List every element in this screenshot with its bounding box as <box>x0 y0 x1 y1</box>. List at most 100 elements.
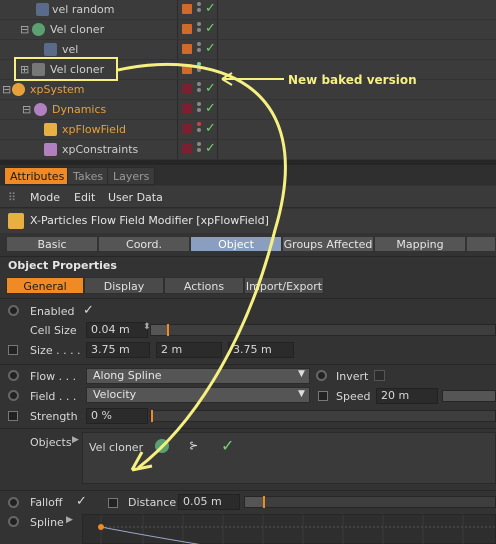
expand-arrow-icon[interactable] <box>8 411 18 421</box>
invert-checkbox[interactable] <box>374 370 385 381</box>
layer-color-swatch[interactable] <box>182 4 192 14</box>
size-x-input[interactable]: 3.75 m <box>86 342 150 358</box>
subtab-more[interactable] <box>466 236 496 252</box>
tab-import-export[interactable]: Import/Export <box>244 277 324 294</box>
enabled-checkbox[interactable]: ✓ <box>83 303 94 318</box>
objects-list-item[interactable]: Vel cloner <box>89 441 143 454</box>
enabled-check-icon[interactable]: ✓ <box>221 436 234 455</box>
layer-color-swatch[interactable] <box>182 84 192 94</box>
object-row[interactable]: xpFlowField ✓ <box>0 120 496 140</box>
anim-radio[interactable] <box>8 390 19 401</box>
flow-dropdown[interactable]: Along Spline <box>86 368 310 384</box>
distance-label: Distance <box>128 496 177 509</box>
menu-mode[interactable]: Mode <box>30 191 60 204</box>
cell-size-slider[interactable] <box>150 324 496 336</box>
object-row[interactable]: vel random ✓ <box>0 0 496 20</box>
spline-icon <box>44 43 57 56</box>
strength-input[interactable]: 0 % <box>86 408 148 424</box>
collapse-icon[interactable]: ⊟ <box>20 23 29 36</box>
size-z-input[interactable]: 3.75 m <box>228 342 294 358</box>
distance-slider[interactable] <box>244 496 496 508</box>
collapse-icon[interactable]: ⊟ <box>2 83 11 96</box>
speed-input[interactable]: 20 m <box>376 388 438 404</box>
subtab-object[interactable]: Object <box>190 236 282 252</box>
object-row[interactable]: ⊟ xpSystem ✓ <box>0 80 496 100</box>
visibility-dots[interactable] <box>197 2 202 17</box>
divider <box>0 364 496 365</box>
subtab-mapping[interactable]: Mapping <box>374 236 466 252</box>
layer-color-swatch[interactable] <box>182 104 192 114</box>
tab-takes[interactable]: Takes <box>67 167 110 185</box>
visibility-dots[interactable] <box>197 102 202 117</box>
visibility-dots[interactable] <box>197 42 202 57</box>
strength-slider[interactable] <box>150 410 496 422</box>
object-name: vel <box>62 43 79 56</box>
enabled-check-icon[interactable]: ✓ <box>205 21 216 36</box>
visibility-dots[interactable] <box>197 82 202 97</box>
size-label: Size . . . . <box>30 344 81 357</box>
object-row[interactable]: ⊟ Vel cloner ✓ <box>0 20 496 40</box>
enabled-check-icon[interactable]: ✓ <box>205 81 216 96</box>
enabled-label: Enabled <box>30 305 75 318</box>
layer-color-swatch[interactable] <box>182 64 192 74</box>
attribute-tabs: Attributes Takes Layers <box>0 165 496 185</box>
speed-slider[interactable] <box>442 390 496 402</box>
object-name: Dynamics <box>52 103 107 116</box>
spline-graph[interactable] <box>82 514 496 544</box>
expand-arrow-icon[interactable]: ▶ <box>72 435 79 445</box>
spline-label: Spline <box>30 516 64 529</box>
falloff-label: Falloff <box>30 496 63 509</box>
menu-user-data[interactable]: User Data <box>108 191 163 204</box>
enabled-check-icon[interactable]: ✓ <box>205 101 216 116</box>
object-row[interactable]: xpConstraints ✓ <box>0 140 496 160</box>
layer-color-swatch[interactable] <box>182 124 192 134</box>
strength-label: Strength <box>30 410 78 423</box>
anim-radio[interactable] <box>8 516 19 527</box>
visibility-dots[interactable] <box>197 122 202 137</box>
divider <box>0 490 496 491</box>
enabled-check-icon[interactable]: ✓ <box>205 141 216 156</box>
object-name: xpConstraints <box>62 143 139 156</box>
cell-size-input[interactable]: 0.04 m <box>86 322 148 338</box>
visibility-dots[interactable] <box>197 62 202 77</box>
visibility-dots[interactable] <box>197 142 202 157</box>
subtab-basic[interactable]: Basic <box>6 236 98 252</box>
tab-actions[interactable]: Actions <box>164 277 244 294</box>
layer-color-swatch[interactable] <box>182 44 192 54</box>
expand-arrow-icon[interactable] <box>8 345 18 355</box>
distance-input[interactable]: 0.05 m <box>178 494 240 510</box>
object-row[interactable]: ⊟ Dynamics ✓ <box>0 100 496 120</box>
enabled-check-icon[interactable]: ✓ <box>205 1 216 16</box>
collapse-icon[interactable]: ⊟ <box>22 103 31 116</box>
chevron-down-icon: ▼ <box>298 389 305 399</box>
expand-arrow-icon[interactable] <box>108 498 118 508</box>
objects-list[interactable]: Vel cloner ⊱ ✓ <box>82 432 496 484</box>
constraints-icon <box>44 143 57 156</box>
anim-radio[interactable] <box>8 305 19 316</box>
divider <box>0 428 496 429</box>
field-dropdown[interactable]: Velocity <box>86 387 310 403</box>
enabled-check-icon[interactable]: ✓ <box>205 121 216 136</box>
tab-general[interactable]: General <box>6 277 84 294</box>
size-y-input[interactable]: 2 m <box>156 342 222 358</box>
subtab-coord[interactable]: Coord. <box>98 236 190 252</box>
tab-display[interactable]: Display <box>84 277 164 294</box>
anim-radio[interactable] <box>316 370 327 381</box>
layer-color-swatch[interactable] <box>182 144 192 154</box>
subtab-groups-affected[interactable]: Groups Affected <box>282 236 374 252</box>
layer-color-swatch[interactable] <box>182 24 192 34</box>
tab-attributes[interactable]: Attributes <box>4 167 71 185</box>
tab-layers[interactable]: Layers <box>107 167 156 185</box>
menu-edit[interactable]: Edit <box>74 191 95 204</box>
chevron-down-icon: ▼ <box>298 369 305 379</box>
anim-radio[interactable] <box>8 370 19 381</box>
visibility-dots[interactable] <box>197 22 202 37</box>
dynamics-icon <box>34 103 47 116</box>
cloner-icon <box>155 439 169 453</box>
anim-radio[interactable] <box>8 497 19 508</box>
falloff-checkbox[interactable]: ✓ <box>76 494 87 509</box>
expand-arrow-icon[interactable] <box>318 391 328 401</box>
enabled-check-icon[interactable]: ✓ <box>205 41 216 56</box>
link-mode-icon[interactable]: ⊱ <box>189 439 198 452</box>
expand-arrow-icon[interactable]: ▶ <box>66 515 73 525</box>
